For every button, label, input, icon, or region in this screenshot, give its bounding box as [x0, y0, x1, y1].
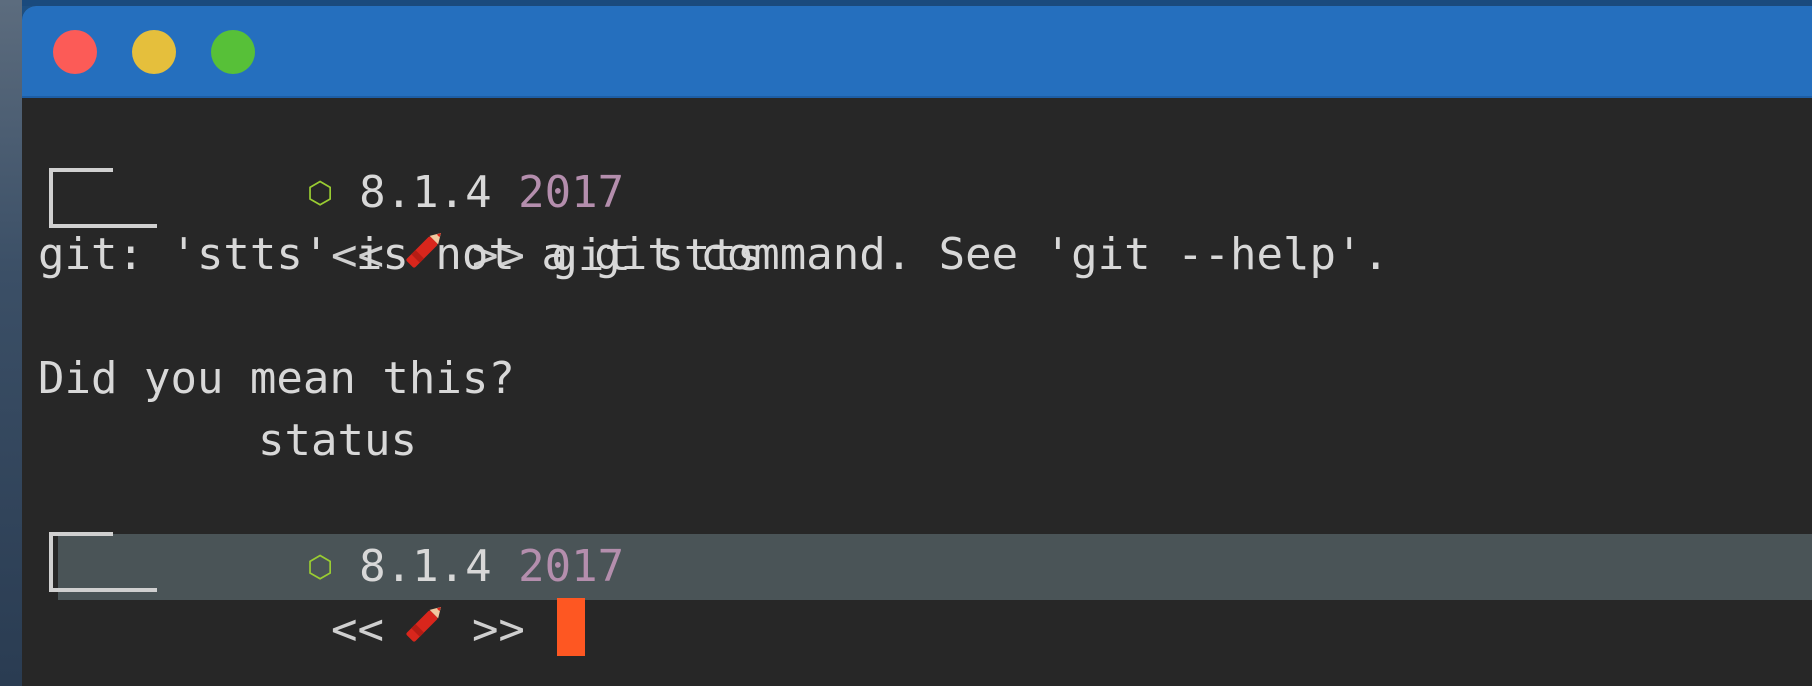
zoom-button[interactable] [211, 30, 255, 74]
prompt-open-brace: << [330, 604, 384, 655]
prompt-bracket-icon [49, 532, 157, 592]
prompt-close-brace: >> [471, 604, 525, 655]
desktop-edge [0, 0, 22, 686]
suggestion-heading: Did you mean this? [38, 353, 515, 404]
prompt-2-command-line[interactable]: << >> [172, 536, 586, 656]
minimize-button[interactable] [132, 30, 176, 74]
close-button[interactable] [53, 30, 97, 74]
prompt-1-info: ⬡ 8.1.4 2017 [148, 100, 624, 218]
terminal-output[interactable]: ⬡ 8.1.4 2017 << >> git stts git: 'stts' is… [22, 98, 1812, 686]
prompt-2-info: ⬡ 8.1.4 2017 [148, 474, 624, 592]
prompt-1-command-line: << >> git stts [172, 162, 763, 281]
title-bar[interactable] [22, 6, 1812, 98]
crayon-icon [406, 607, 441, 642]
text-cursor[interactable] [557, 598, 586, 656]
terminal-window: ⬡ 8.1.4 2017 << >> git stts git: 'stts' is… [22, 6, 1812, 686]
error-message: git: 'stts' is not a git command. See 'g… [38, 229, 1390, 280]
suggested-command: status [258, 415, 417, 466]
